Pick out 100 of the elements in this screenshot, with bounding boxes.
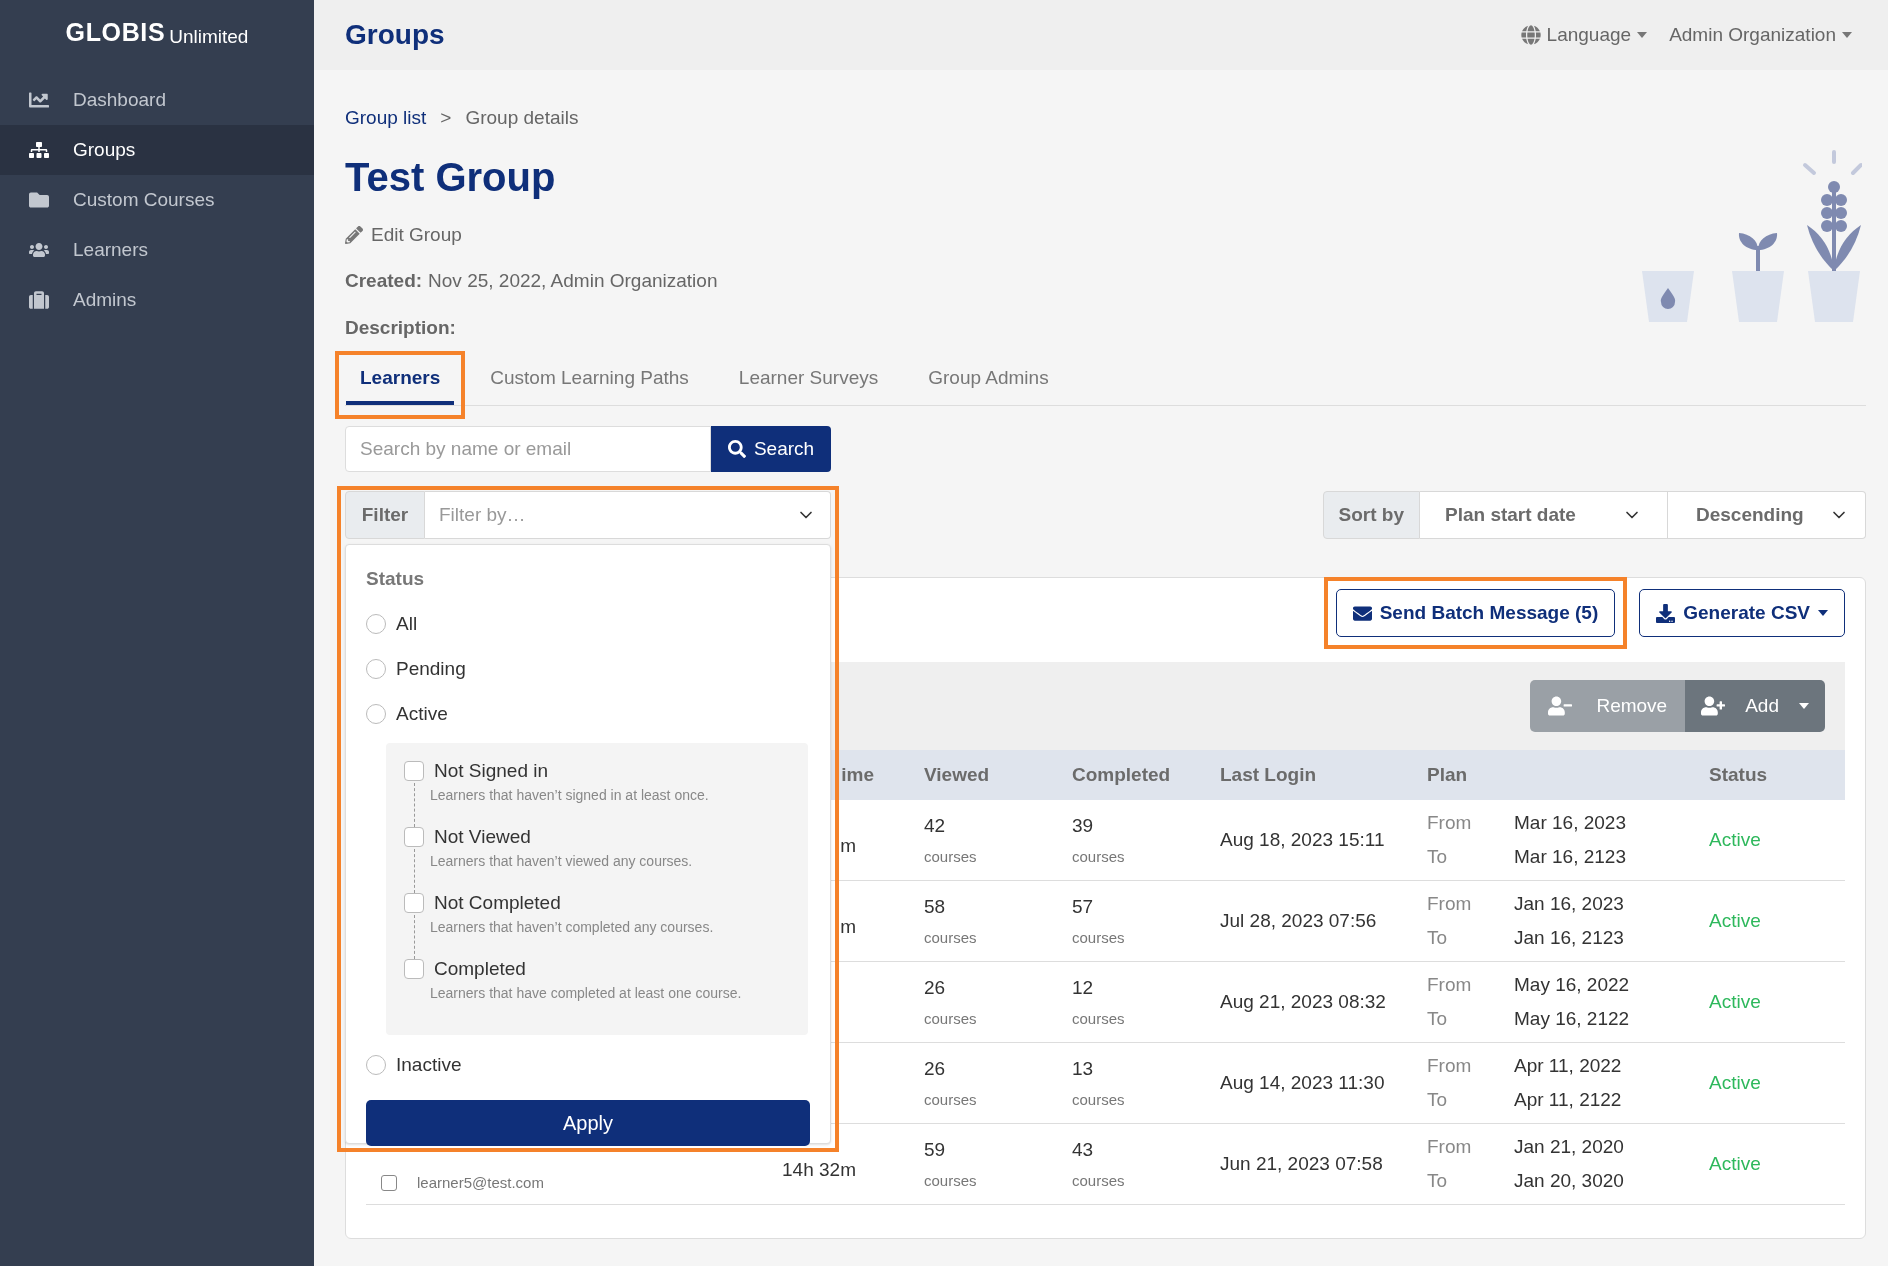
row-checkbox[interactable] xyxy=(381,1174,397,1191)
caret-icon xyxy=(1799,703,1809,709)
viewed-count: 26 xyxy=(924,975,947,1000)
count-unit: courses xyxy=(1072,928,1126,948)
plan-date: Mar 16, 2123 xyxy=(1514,845,1627,869)
count-unit: courses xyxy=(1072,847,1126,867)
sidebar-item[interactable]: Custom Courses xyxy=(0,175,314,225)
checkbox-label: Not Completed xyxy=(434,890,561,915)
sidebar-item[interactable]: Admins xyxy=(0,275,314,325)
created-value: Nov 25, 2022, Admin Organization xyxy=(428,269,718,293)
tab[interactable]: Custom Learning Paths xyxy=(476,355,703,405)
viewed-count: 42 xyxy=(924,813,947,838)
search-button[interactable]: Search xyxy=(711,426,831,472)
count-unit: courses xyxy=(924,847,978,867)
caret-icon xyxy=(1818,610,1828,616)
page-title: Groups xyxy=(345,18,445,52)
generate-csv-button[interactable]: Generate CSV xyxy=(1639,589,1845,637)
column-header: Last Login xyxy=(1220,763,1317,785)
sort-field-select[interactable]: Plan start date xyxy=(1420,491,1668,539)
edit-group-link[interactable]: Edit Group xyxy=(345,220,718,249)
checkbox[interactable] xyxy=(404,760,424,781)
study-time: 14h 32m xyxy=(782,1158,856,1180)
checkbox-label: Completed xyxy=(434,956,526,981)
checkbox[interactable] xyxy=(404,892,424,913)
completed-count: 39 xyxy=(1072,813,1095,838)
column-header: Plan xyxy=(1427,763,1468,785)
column-header: Completed xyxy=(1072,763,1171,785)
viewed-count: 26 xyxy=(924,1056,947,1081)
viewed-count: 58 xyxy=(924,894,947,919)
briefcase-icon xyxy=(29,290,49,310)
count-unit: courses xyxy=(1072,1009,1126,1029)
plan-date: Jan 16, 2023 xyxy=(1514,891,1625,916)
study-time: m xyxy=(840,834,856,856)
group-title: Test Group xyxy=(345,153,557,201)
sidebar-item[interactable]: Groups xyxy=(0,125,314,175)
sort-order-select[interactable]: Descending xyxy=(1668,491,1866,539)
status-text: Active xyxy=(1709,1071,1761,1093)
plan-date: May 16, 2122 xyxy=(1514,1007,1631,1031)
completed-count: 43 xyxy=(1072,1137,1095,1162)
plan-date: Jan 20, 3020 xyxy=(1514,1169,1625,1193)
envelope-icon xyxy=(1352,603,1372,623)
account-menu[interactable]: Admin Organization xyxy=(1669,20,1852,50)
logo-product: Unlimited xyxy=(169,24,249,49)
plan-label: To xyxy=(1427,1007,1449,1031)
option-description: Learners that haven’t viewed any courses. xyxy=(429,852,694,871)
sidebar-item[interactable]: Dashboard xyxy=(0,75,314,125)
folder-icon xyxy=(29,190,49,210)
status-heading: Status xyxy=(366,567,426,591)
plan-label: To xyxy=(1427,1169,1449,1193)
user-minus-icon xyxy=(1548,696,1573,716)
count-unit: courses xyxy=(924,928,978,948)
learner-email: learner5@test.com xyxy=(417,1172,544,1193)
logo-brand: GLOBIS xyxy=(65,16,166,48)
column-header: Viewed xyxy=(924,763,990,785)
add-button[interactable]: Add xyxy=(1685,680,1825,732)
sort-label: Sort by xyxy=(1322,491,1420,539)
checkbox[interactable] xyxy=(404,826,424,847)
status-text: Active xyxy=(1709,828,1761,850)
breadcrumb-link[interactable]: Group list xyxy=(345,104,427,133)
count-unit: courses xyxy=(924,1009,978,1029)
last-login: Jun 21, 2023 07:58 xyxy=(1220,1152,1383,1174)
sidebar-item[interactable]: Learners xyxy=(0,225,314,275)
last-login: Aug 14, 2023 11:30 xyxy=(1220,1071,1385,1093)
plan-label: From xyxy=(1427,810,1473,835)
count-unit: courses xyxy=(924,1171,978,1191)
search-icon xyxy=(727,440,746,458)
plan-label: To xyxy=(1427,926,1449,950)
tab[interactable]: Learner Surveys xyxy=(724,355,893,405)
status-option: Active xyxy=(396,699,448,729)
status-option: All xyxy=(396,609,418,639)
plan-label: From xyxy=(1427,891,1473,916)
status-option: Inactive xyxy=(396,1050,462,1080)
status-text: Active xyxy=(1709,909,1761,931)
last-login: Jul 28, 2023 07:56 xyxy=(1220,909,1377,931)
plan-label: From xyxy=(1427,1134,1473,1159)
completed-count: 57 xyxy=(1072,894,1095,919)
option-description: Learners that have completed at least one course. xyxy=(429,984,743,1003)
option-description: Learners that haven’t completed any courses. xyxy=(429,918,715,937)
completed-count: 12 xyxy=(1072,975,1095,1000)
description-label: Description: xyxy=(345,315,457,340)
plan-date: Apr 11, 2022 xyxy=(1514,1053,1623,1078)
user-plus-icon xyxy=(1701,696,1726,716)
plan-date: May 16, 2022 xyxy=(1514,972,1631,997)
option-description: Learners that haven’t signed in at least once. xyxy=(429,786,710,805)
plan-date: Mar 16, 2023 xyxy=(1514,810,1627,835)
download-icon xyxy=(1656,603,1676,623)
send-batch-message-button[interactable]: Send Batch Message (5) xyxy=(1335,589,1616,637)
tab[interactable]: Learners xyxy=(346,355,455,405)
checkbox[interactable] xyxy=(404,958,424,979)
caret-icon xyxy=(1842,32,1852,38)
checkbox-label: Not Signed in xyxy=(434,758,549,783)
tab[interactable]: Group Admins xyxy=(914,355,1063,405)
language-menu[interactable]: Language xyxy=(1520,20,1648,50)
study-time: m xyxy=(840,915,856,937)
people-icon xyxy=(29,240,49,260)
search-field[interactable]: Search by name or email xyxy=(345,426,711,472)
hierarchy-icon xyxy=(29,140,49,160)
apply-button[interactable]: Apply xyxy=(366,1099,810,1146)
breadcrumb-current: Group details xyxy=(465,106,579,130)
plan-date: Jan 21, 2020 xyxy=(1514,1134,1625,1159)
